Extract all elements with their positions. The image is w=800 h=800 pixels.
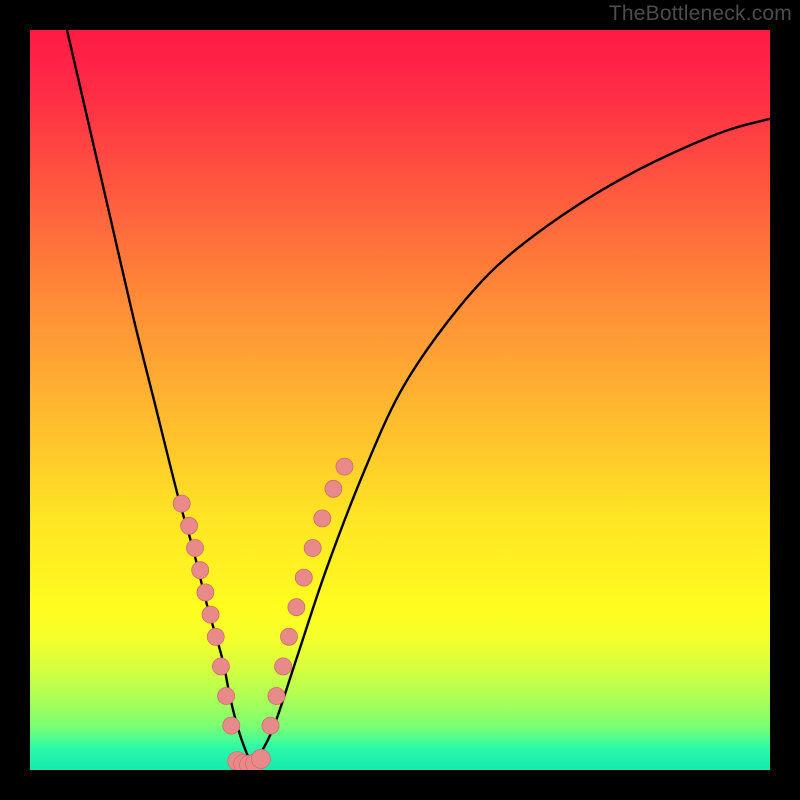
- marker-dot: [181, 517, 198, 534]
- marker-dot: [251, 749, 270, 768]
- plot-area: [30, 30, 770, 770]
- marker-dot: [192, 562, 209, 579]
- marker-dot: [275, 658, 292, 675]
- bottleneck-curve: [67, 30, 770, 763]
- marker-dot: [207, 628, 224, 645]
- marker-dot: [212, 658, 229, 675]
- curve-markers: [173, 458, 353, 770]
- marker-dot: [336, 458, 353, 475]
- chart-frame: TheBottleneck.com: [0, 0, 800, 800]
- marker-dot: [173, 495, 190, 512]
- marker-dot: [314, 510, 331, 527]
- marker-dot: [325, 480, 342, 497]
- marker-dot: [288, 599, 305, 616]
- marker-dot: [295, 569, 312, 586]
- marker-dot: [268, 688, 285, 705]
- curve-layer: [30, 30, 770, 770]
- marker-dot: [281, 628, 298, 645]
- marker-dot: [218, 688, 235, 705]
- watermark-text: TheBottleneck.com: [609, 2, 792, 26]
- marker-dot: [187, 540, 204, 557]
- marker-dot: [223, 717, 240, 734]
- marker-dot: [197, 584, 214, 601]
- marker-dot: [202, 606, 219, 623]
- marker-dot: [304, 540, 321, 557]
- marker-dot: [262, 717, 279, 734]
